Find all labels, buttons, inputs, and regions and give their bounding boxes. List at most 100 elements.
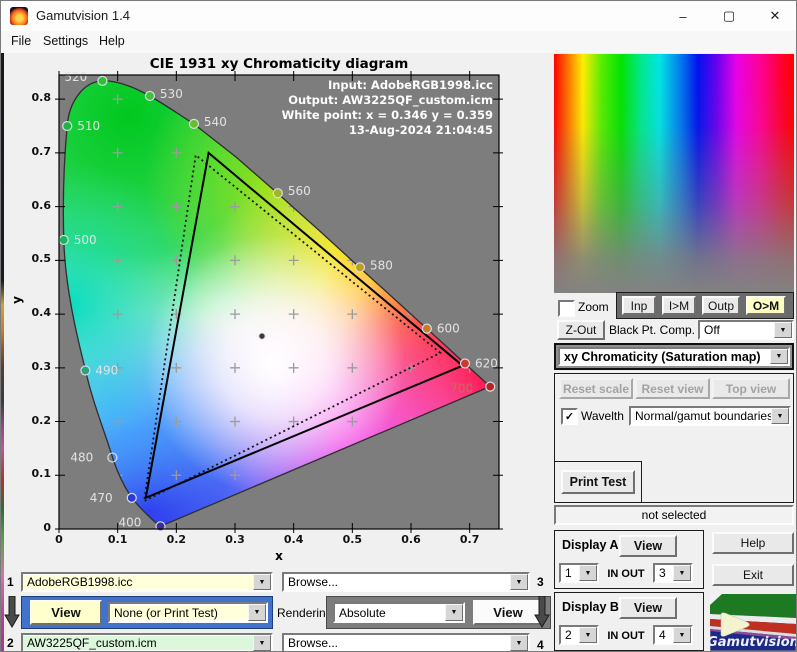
app-icon [10,7,28,25]
wavelength-label-560: 560 [288,184,311,198]
y-tick-label: 0 [43,521,51,534]
boundaries-select[interactable]: Normal/gamut boundaries ▼ [629,406,791,426]
dropdown-arrow-icon[interactable]: ▼ [673,627,691,643]
minimize-button[interactable]: – [660,1,706,31]
dropdown-arrow-icon[interactable]: ▼ [579,627,597,643]
display-b-title: Display B [562,600,619,614]
wavelength-label-540: 540 [204,115,227,129]
y-tick-label: 0.7 [31,144,52,158]
flow-arrow-left-icon [4,596,20,628]
saturation-map-view[interactable] [554,54,794,293]
wavelength-dot-500 [58,234,69,246]
x-tick-label: 0.4 [283,533,304,546]
dropdown-arrow-icon[interactable]: ▼ [510,574,528,590]
chart-title: CIE 1931 xy Chromaticity diagram [149,56,409,72]
white-point-marker [258,332,266,340]
window-title: Gamutvision 1.4 [36,8,130,23]
i2m-view-button[interactable]: I>M [662,296,696,315]
view-a-button[interactable]: View [30,600,102,625]
print-test-box: Print Test [554,461,642,503]
browse-2-select[interactable]: Browse... ▼ [282,633,530,651]
rendering-intent-select[interactable]: Absolute ▼ [333,602,465,623]
dropdown-arrow-icon[interactable]: ▼ [445,604,463,621]
maximize-button[interactable]: ▢ [706,1,752,31]
y-tick-label: 0.3 [31,359,52,373]
exit-button[interactable]: Exit [712,564,794,586]
profile-1-number: 1 [7,575,14,589]
browse-1-value: Browse... [288,575,339,589]
wavelength-label-490: 490 [95,364,118,378]
dropdown-arrow-icon[interactable]: ▼ [774,322,792,338]
zoom-checkbox[interactable] [558,300,575,317]
view-b-button[interactable]: View [473,600,543,625]
print-test-button[interactable]: Print Test [561,470,635,494]
display-a-view-button[interactable]: View [619,535,677,557]
reset-view-button[interactable]: Reset view [635,378,710,399]
display-b-view-button[interactable]: View [619,597,677,619]
menu-file[interactable]: File [9,34,33,48]
display-a-in-select[interactable]: 1 ▼ [559,563,599,583]
wavelth-checkbox[interactable]: ✓ [561,408,578,425]
browse-1-select[interactable]: Browse... ▼ [282,572,530,592]
dropdown-arrow-icon[interactable]: ▼ [248,604,266,621]
help-button[interactable]: Help [712,532,794,554]
print-test-select[interactable]: None (or Print Test) ▼ [108,602,268,623]
profile-3-number: 3 [537,575,544,589]
x-tick-label: 0.5 [342,533,363,546]
annotation-input: Input: AdobeRGB1998.icc [328,78,493,92]
menu-settings[interactable]: Settings [41,34,90,48]
dropdown-arrow-icon[interactable]: ▼ [510,635,528,651]
menu-help[interactable]: Help [97,34,127,48]
annotation-whitepoint: White point: x = 0.346 y = 0.359 [282,108,493,122]
profile-2-number: 2 [7,636,14,650]
output-profile-select[interactable]: AW3225QF_custom.icm ▼ [21,633,273,651]
profile-4-number: 4 [537,638,544,652]
print-test-select-value: None (or Print Test) [110,605,248,620]
wavelength-dot-700 [485,381,496,392]
wavelength-dot-530 [144,90,156,102]
black-pt-comp-select[interactable]: Off ▼ [698,320,794,340]
wavelength-label-470: 470 [90,491,113,505]
annotation-output: Output: AW3225QF_custom.icm [288,93,493,108]
status-bar: not selected [554,505,794,525]
dropdown-arrow-icon[interactable]: ▼ [253,574,271,590]
display-a-group: Display A View 1 ▼ IN OUT 3 ▼ [554,530,704,589]
dropdown-arrow-icon[interactable]: ▼ [771,408,789,424]
rendering-label: Rendering [277,606,333,620]
dropdown-arrow-icon[interactable]: ▼ [579,565,597,581]
top-view-button[interactable]: Top view [712,378,790,399]
zout-button[interactable]: Z-Out [557,320,605,340]
display-b-group: Display B View 2 ▼ IN OUT 4 ▼ [554,592,704,651]
display-mode-select[interactable]: xy Chromaticity (Saturation map) ▼ [558,347,790,366]
display-a-out-value: 3 [659,566,666,580]
wavelength-label-600: 600 [437,322,460,336]
display-a-out-select[interactable]: 3 ▼ [653,563,693,583]
browse-2-value: Browse... [288,636,339,650]
annotation-date: 13-Aug-2024 21:04:45 [349,123,493,137]
dropdown-arrow-icon[interactable]: ▼ [770,349,788,364]
x-tick-label: 0.2 [166,533,187,546]
titlebar: Gamutvision 1.4 – ▢ ✕ [1,1,796,32]
input-profile-select[interactable]: AdobeRGB1998.icc ▼ [21,572,273,592]
inp-view-button[interactable]: Inp [622,296,656,315]
outp-view-button[interactable]: Outp [702,296,740,315]
y-tick-label: 0.5 [31,252,52,266]
wavelength-label-400: 400 [118,515,141,529]
chromaticity-plot[interactable]: 400 470 480 490 500 510 520 530 540 560 580 600 6207… [55,71,503,533]
dropdown-arrow-icon[interactable]: ▼ [673,565,691,581]
dropdown-arrow-icon[interactable]: ▼ [253,635,271,651]
transform-panel: View None (or Print Test) ▼ [21,596,273,629]
display-b-out-select[interactable]: 4 ▼ [653,625,693,645]
display-b-in-select[interactable]: 2 ▼ [559,625,599,645]
y-tick-label: 0.8 [31,91,52,105]
display-mode-value: xy Chromaticity (Saturation map) [564,349,761,364]
o2m-view-button[interactable]: O>M [746,296,786,315]
x-tick-label: 0.6 [401,533,421,546]
display-b-in-value: 2 [565,628,572,642]
close-button[interactable]: ✕ [752,1,796,31]
wavelength-dot-580 [354,262,366,273]
display-a-inout-label: IN OUT [607,568,645,580]
wavelength-label-520: 520 [64,71,87,84]
display-mode-frame: xy Chromaticity (Saturation map) ▼ [554,343,794,370]
reset-scale-button[interactable]: Reset scale [559,378,633,399]
